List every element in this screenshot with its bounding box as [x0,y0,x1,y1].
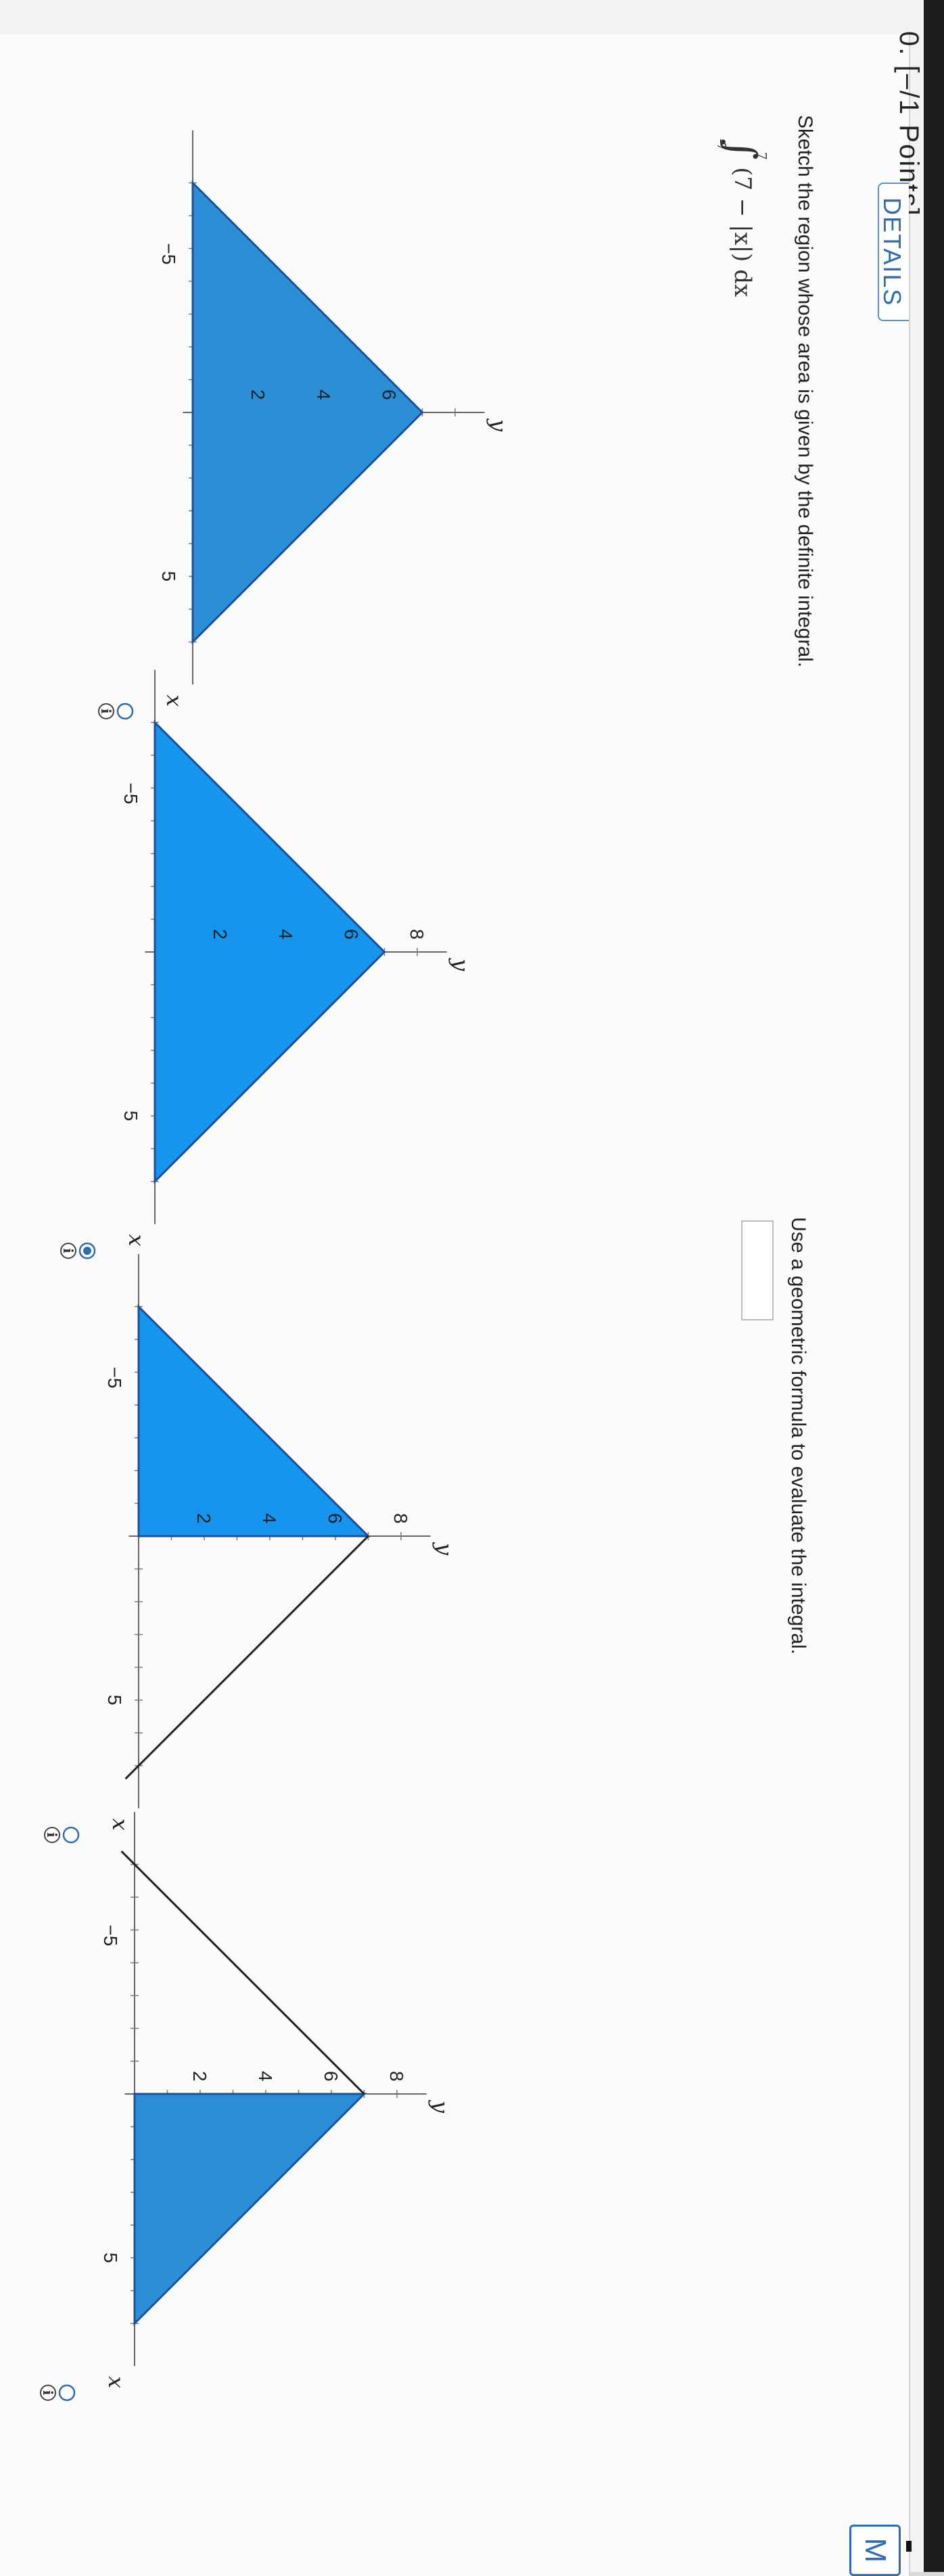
tick-label: 6 [379,389,400,400]
y-axis-label: y [431,1542,457,1556]
answer-option-2[interactable]: −5 5 2 4 6 8 x y i [60,669,473,1260]
info-icon-glyph: i [44,1832,60,1838]
x-axis-label: x [124,1234,149,1246]
answer-option-3[interactable]: −5 5 2 4 6 8 x y i [44,1254,457,1844]
graph-line-right [124,1535,369,1780]
browser-top-bar [924,0,944,2572]
question-panel: 0. [–/1 Points] DETAILS M Sketch the reg… [0,31,924,2576]
tick-label: 2 [210,929,231,940]
y-axis-label: y [427,2099,453,2114]
option-3-radio[interactable] [62,1826,80,1844]
tick-label: 8 [386,2071,407,2082]
tick-label: 4 [313,389,334,400]
y-axis-label: y [486,418,511,432]
tick-label: −5 [158,243,179,265]
tick-label: 4 [275,929,296,940]
tick-label: 4 [255,2071,276,2082]
tick-label: 6 [321,2071,341,2082]
answer-graphs: −5 5 2 4 6 x y i −5 5 2 4 6 8 x y i −5 5 2 4 6 8 x y i −5 5 2 4 6 8 x y i [40,130,511,2402]
info-icon-glyph: i [60,1248,76,1254]
tick-label: 2 [247,389,268,400]
answer-option-4[interactable]: −5 5 2 4 6 8 x y i [40,1811,453,2402]
radio-selected-dot [83,1246,91,1255]
rotated-page: 0. [–/1 Points] DETAILS M Sketch the reg… [0,0,944,2576]
shaded-region [191,180,424,645]
tick-label: −5 [104,1367,125,1389]
option-1-radio[interactable] [116,702,134,720]
x-axis-label: x [103,2376,129,2388]
y-axis-label: y [448,957,473,972]
shaded-region [154,719,386,1185]
tick-label: −5 [120,783,141,805]
info-icon-glyph: i [98,709,114,714]
x-axis-label: x [108,1818,133,1830]
tick-label: 6 [325,1513,346,1524]
shaded-region [137,1304,371,1537]
tick-label: 8 [406,929,427,940]
shaded-region [133,2093,367,2327]
tick-label: 5 [158,571,179,582]
info-icon-glyph: i [40,2390,56,2395]
tick-label: 2 [189,2071,210,2082]
tick-label: −5 [100,1925,121,1947]
answer-option-1[interactable]: −5 5 2 4 6 x y i [98,130,511,720]
tick-label: 6 [341,929,362,940]
tick-label: 5 [104,1695,125,1706]
graph-line-left [120,1851,365,2095]
tick-label: 5 [100,2253,121,2264]
option-4-radio[interactable] [58,2384,76,2402]
x-axis-label: x [162,694,187,707]
tick-label: 2 [193,1513,214,1524]
tick-label: 5 [120,1111,141,1122]
tick-label: 4 [259,1513,280,1524]
tick-label: 8 [390,1513,411,1524]
